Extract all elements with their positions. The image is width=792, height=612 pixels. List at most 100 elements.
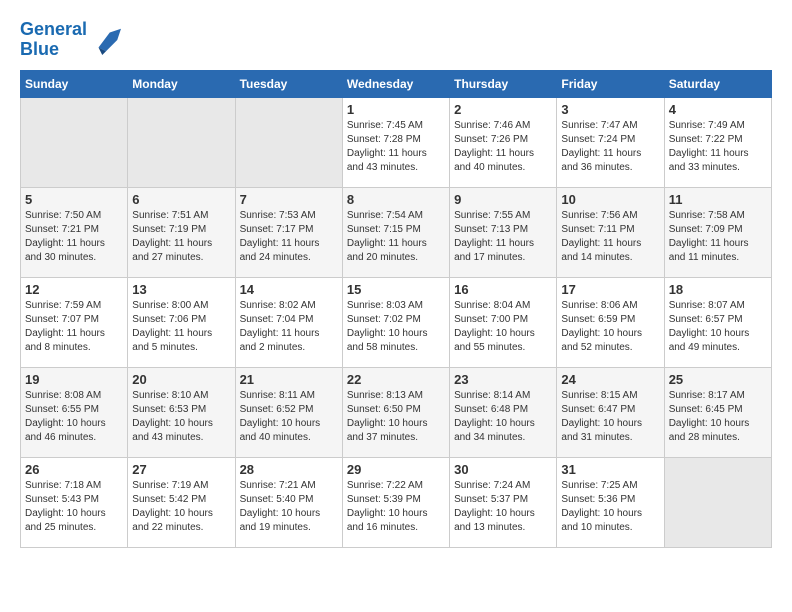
day-number: 15 bbox=[347, 282, 445, 297]
page-header: GeneralBlue bbox=[20, 20, 772, 60]
calendar-cell: 4 Sunrise: 7:49 AMSunset: 7:22 PMDaylight… bbox=[664, 97, 771, 187]
day-number: 11 bbox=[669, 192, 767, 207]
day-info: Sunrise: 8:17 AMSunset: 6:45 PMDaylight:… bbox=[669, 389, 767, 445]
day-number: 7 bbox=[240, 192, 338, 207]
day-number: 8 bbox=[347, 192, 445, 207]
calendar-cell: 24 Sunrise: 8:15 AMSunset: 6:47 PMDayligh… bbox=[557, 367, 664, 457]
day-number: 19 bbox=[25, 372, 123, 387]
calendar-cell: 27 Sunrise: 7:19 AMSunset: 5:42 PMDayligh… bbox=[128, 457, 235, 547]
day-number: 3 bbox=[561, 102, 659, 117]
calendar-header: SundayMondayTuesdayWednesdayThursdayFrid… bbox=[21, 70, 772, 97]
weekday-header: Saturday bbox=[664, 70, 771, 97]
calendar-cell: 10Sunrise: 7:56 AMSunset: 7:11 PMDayligh… bbox=[557, 187, 664, 277]
calendar-week-row: 26Sunrise: 7:18 AMSunset: 5:43 PMDayligh… bbox=[21, 457, 772, 547]
weekday-header: Sunday bbox=[21, 70, 128, 97]
logo-text: GeneralBlue bbox=[20, 20, 87, 60]
weekday-header: Friday bbox=[557, 70, 664, 97]
day-info: Sunrise: 7:59 AMSunset: 7:07 PMDaylight:… bbox=[25, 299, 123, 355]
day-number: 24 bbox=[561, 372, 659, 387]
day-number: 23 bbox=[454, 372, 552, 387]
weekday-header: Wednesday bbox=[342, 70, 449, 97]
calendar-cell: 5 Sunrise: 7:50 AMSunset: 7:21 PMDaylight… bbox=[21, 187, 128, 277]
day-info: Sunrise: 8:11 AMSunset: 6:52 PMDaylight:… bbox=[240, 389, 338, 445]
calendar-cell bbox=[235, 97, 342, 187]
weekday-header: Monday bbox=[128, 70, 235, 97]
calendar-cell: 25Sunrise: 8:17 AMSunset: 6:45 PMDayligh… bbox=[664, 367, 771, 457]
calendar-cell: 17 Sunrise: 8:06 AMSunset: 6:59 PMDayligh… bbox=[557, 277, 664, 367]
day-info: Sunrise: 7:22 AMSunset: 5:39 PMDaylight:… bbox=[347, 479, 445, 535]
calendar-cell: 28 Sunrise: 7:21 AMSunset: 5:40 PMDayligh… bbox=[235, 457, 342, 547]
calendar-cell: 13 Sunrise: 8:00 AMSunset: 7:06 PMDayligh… bbox=[128, 277, 235, 367]
calendar-cell: 11 Sunrise: 7:58 AMSunset: 7:09 PMDayligh… bbox=[664, 187, 771, 277]
calendar-cell: 16Sunrise: 8:04 AMSunset: 7:00 PMDayligh… bbox=[450, 277, 557, 367]
day-info: Sunrise: 7:54 AMSunset: 7:15 PMDaylight:… bbox=[347, 209, 445, 265]
day-info: Sunrise: 7:55 AMSunset: 7:13 PMDaylight:… bbox=[454, 209, 552, 265]
day-info: Sunrise: 8:03 AMSunset: 7:02 PMDaylight:… bbox=[347, 299, 445, 355]
day-number: 28 bbox=[240, 462, 338, 477]
day-number: 9 bbox=[454, 192, 552, 207]
day-info: Sunrise: 7:51 AMSunset: 7:19 PMDaylight:… bbox=[132, 209, 230, 265]
calendar-cell bbox=[664, 457, 771, 547]
day-info: Sunrise: 7:45 AMSunset: 7:28 PMDaylight:… bbox=[347, 119, 445, 175]
day-info: Sunrise: 8:14 AMSunset: 6:48 PMDaylight:… bbox=[454, 389, 552, 445]
calendar-cell: 20 Sunrise: 8:10 AMSunset: 6:53 PMDayligh… bbox=[128, 367, 235, 457]
day-number: 27 bbox=[132, 462, 230, 477]
day-number: 2 bbox=[454, 102, 552, 117]
logo-icon bbox=[91, 25, 121, 55]
day-number: 20 bbox=[132, 372, 230, 387]
calendar-cell: 31 Sunrise: 7:25 AMSunset: 5:36 PMDayligh… bbox=[557, 457, 664, 547]
day-number: 10 bbox=[561, 192, 659, 207]
day-info: Sunrise: 7:19 AMSunset: 5:42 PMDaylight:… bbox=[132, 479, 230, 535]
day-number: 13 bbox=[132, 282, 230, 297]
day-info: Sunrise: 8:07 AMSunset: 6:57 PMDaylight:… bbox=[669, 299, 767, 355]
day-info: Sunrise: 7:21 AMSunset: 5:40 PMDaylight:… bbox=[240, 479, 338, 535]
day-info: Sunrise: 7:50 AMSunset: 7:21 PMDaylight:… bbox=[25, 209, 123, 265]
day-info: Sunrise: 7:53 AMSunset: 7:17 PMDaylight:… bbox=[240, 209, 338, 265]
day-info: Sunrise: 8:13 AMSunset: 6:50 PMDaylight:… bbox=[347, 389, 445, 445]
day-info: Sunrise: 7:46 AMSunset: 7:26 PMDaylight:… bbox=[454, 119, 552, 175]
calendar-week-row: 5 Sunrise: 7:50 AMSunset: 7:21 PMDaylight… bbox=[21, 187, 772, 277]
day-info: Sunrise: 7:25 AMSunset: 5:36 PMDaylight:… bbox=[561, 479, 659, 535]
calendar-cell: 30Sunrise: 7:24 AMSunset: 5:37 PMDayligh… bbox=[450, 457, 557, 547]
day-info: Sunrise: 7:18 AMSunset: 5:43 PMDaylight:… bbox=[25, 479, 123, 535]
day-info: Sunrise: 7:49 AMSunset: 7:22 PMDaylight:… bbox=[669, 119, 767, 175]
day-info: Sunrise: 8:00 AMSunset: 7:06 PMDaylight:… bbox=[132, 299, 230, 355]
calendar-cell: 26Sunrise: 7:18 AMSunset: 5:43 PMDayligh… bbox=[21, 457, 128, 547]
day-number: 22 bbox=[347, 372, 445, 387]
calendar-cell: 29 Sunrise: 7:22 AMSunset: 5:39 PMDayligh… bbox=[342, 457, 449, 547]
calendar-cell: 14Sunrise: 8:02 AMSunset: 7:04 PMDayligh… bbox=[235, 277, 342, 367]
calendar-cell: 19Sunrise: 8:08 AMSunset: 6:55 PMDayligh… bbox=[21, 367, 128, 457]
calendar-cell: 8 Sunrise: 7:54 AMSunset: 7:15 PMDaylight… bbox=[342, 187, 449, 277]
day-number: 5 bbox=[25, 192, 123, 207]
day-info: Sunrise: 8:06 AMSunset: 6:59 PMDaylight:… bbox=[561, 299, 659, 355]
weekday-header: Tuesday bbox=[235, 70, 342, 97]
calendar-week-row: 1 Sunrise: 7:45 AMSunset: 7:28 PMDaylight… bbox=[21, 97, 772, 187]
weekday-header: Thursday bbox=[450, 70, 557, 97]
day-number: 14 bbox=[240, 282, 338, 297]
day-info: Sunrise: 8:15 AMSunset: 6:47 PMDaylight:… bbox=[561, 389, 659, 445]
day-info: Sunrise: 7:47 AMSunset: 7:24 PMDaylight:… bbox=[561, 119, 659, 175]
calendar-cell: 6 Sunrise: 7:51 AMSunset: 7:19 PMDaylight… bbox=[128, 187, 235, 277]
weekday-row: SundayMondayTuesdayWednesdayThursdayFrid… bbox=[21, 70, 772, 97]
calendar-cell: 7 Sunrise: 7:53 AMSunset: 7:17 PMDaylight… bbox=[235, 187, 342, 277]
day-number: 21 bbox=[240, 372, 338, 387]
day-number: 31 bbox=[561, 462, 659, 477]
calendar-cell bbox=[21, 97, 128, 187]
day-info: Sunrise: 7:24 AMSunset: 5:37 PMDaylight:… bbox=[454, 479, 552, 535]
calendar-cell: 9 Sunrise: 7:55 AMSunset: 7:13 PMDaylight… bbox=[450, 187, 557, 277]
calendar-cell: 18Sunrise: 8:07 AMSunset: 6:57 PMDayligh… bbox=[664, 277, 771, 367]
calendar-cell: 3 Sunrise: 7:47 AMSunset: 7:24 PMDaylight… bbox=[557, 97, 664, 187]
calendar-cell: 15 Sunrise: 8:03 AMSunset: 7:02 PMDayligh… bbox=[342, 277, 449, 367]
day-number: 1 bbox=[347, 102, 445, 117]
calendar-week-row: 19Sunrise: 8:08 AMSunset: 6:55 PMDayligh… bbox=[21, 367, 772, 457]
calendar-cell bbox=[128, 97, 235, 187]
day-number: 17 bbox=[561, 282, 659, 297]
calendar-body: 1 Sunrise: 7:45 AMSunset: 7:28 PMDaylight… bbox=[21, 97, 772, 547]
day-info: Sunrise: 7:58 AMSunset: 7:09 PMDaylight:… bbox=[669, 209, 767, 265]
calendar-table: SundayMondayTuesdayWednesdayThursdayFrid… bbox=[20, 70, 772, 548]
day-number: 6 bbox=[132, 192, 230, 207]
day-number: 4 bbox=[669, 102, 767, 117]
day-info: Sunrise: 8:10 AMSunset: 6:53 PMDaylight:… bbox=[132, 389, 230, 445]
day-number: 29 bbox=[347, 462, 445, 477]
day-number: 16 bbox=[454, 282, 552, 297]
